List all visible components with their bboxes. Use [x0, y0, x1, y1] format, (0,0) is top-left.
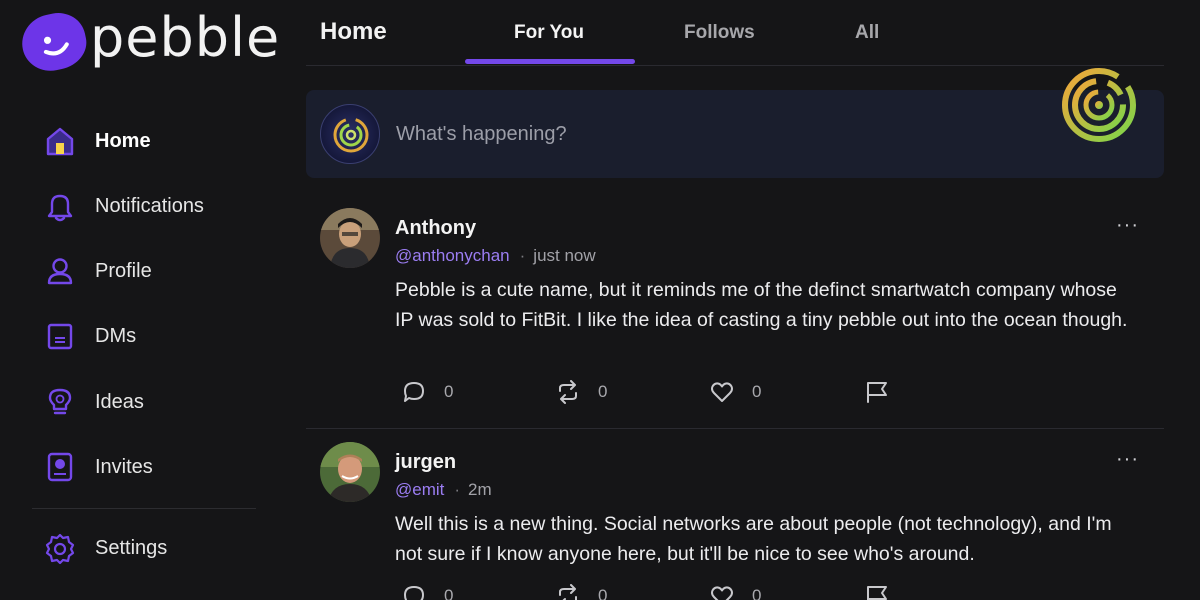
post-divider — [306, 428, 1164, 429]
post-body: Pebble is a cute name, but it reminds me… — [395, 279, 1128, 331]
like-count: 0 — [752, 586, 762, 600]
home-icon — [42, 123, 78, 159]
person-icon — [42, 253, 78, 289]
sidebar-item-ideas[interactable]: Ideas — [42, 382, 144, 422]
concentric-badge-logo — [1062, 68, 1136, 142]
avatar[interactable] — [320, 104, 380, 164]
page-title: Home — [320, 18, 387, 45]
sidebar-item-settings[interactable]: Settings — [42, 528, 167, 568]
like-button[interactable]: 0 — [710, 380, 761, 404]
reply-count: 0 — [444, 382, 454, 401]
top-tab-bar: Home For You Follows All — [306, 0, 1164, 66]
repost-button[interactable]: 0 — [556, 584, 607, 600]
like-button[interactable]: 0 — [710, 584, 761, 600]
sidebar-item-label: DMs — [95, 324, 137, 347]
sidebar: pebble Home Notifications Profile DMs Id… — [0, 0, 290, 600]
reply-button[interactable]: 0 — [402, 380, 453, 404]
sidebar-item-home[interactable]: Home — [42, 121, 151, 161]
tab-follows[interactable]: Follows — [684, 22, 755, 44]
sidebar-item-label: Home — [95, 129, 151, 152]
more-options-button[interactable]: ··· — [1116, 448, 1139, 471]
sidebar-item-notifications[interactable]: Notifications — [42, 186, 204, 226]
flag-icon — [867, 382, 887, 403]
heart-icon — [711, 382, 733, 402]
sidebar-item-invites[interactable]: Invites — [42, 447, 153, 487]
app-window: pebble Home Notifications Profile DMs Id… — [0, 0, 1200, 600]
post-author[interactable]: Anthony — [395, 217, 476, 240]
avatar[interactable] — [320, 208, 380, 268]
post-meta: @anthonychan · just now — [395, 246, 596, 266]
invite-icon — [42, 449, 78, 485]
sidebar-item-profile[interactable]: Profile — [42, 251, 152, 291]
sidebar-item-label: Notifications — [95, 194, 204, 217]
sidebar-divider — [32, 508, 256, 509]
sidebar-item-label: Settings — [95, 536, 168, 559]
sidebar-item-label: Ideas — [95, 390, 144, 413]
post-handle[interactable]: @anthonychan — [395, 246, 510, 265]
tab-all[interactable]: All — [855, 22, 879, 44]
post-author[interactable]: jurgen — [395, 451, 456, 474]
pebble-logo-text: pebble — [90, 6, 281, 69]
heart-icon — [711, 586, 733, 600]
post-timestamp: 2m — [468, 480, 492, 499]
reply-icon — [404, 382, 424, 402]
tab-for-you[interactable]: For You — [514, 22, 584, 44]
message-icon — [42, 318, 78, 354]
main-feed: Home For You Follows All What's happenin… — [306, 0, 1164, 600]
gear-icon — [42, 530, 78, 566]
meta-separator: · — [519, 246, 526, 265]
lightbulb-icon — [42, 384, 78, 420]
post-timestamp: just now — [533, 246, 596, 265]
sidebar-item-dms[interactable]: DMs — [42, 316, 136, 356]
bell-icon — [42, 188, 78, 224]
sidebar-item-label: Profile — [95, 259, 152, 282]
post-meta: @emit · 2m — [395, 480, 492, 500]
repost-icon — [559, 380, 577, 404]
post-composer[interactable] — [306, 90, 1164, 178]
flag-icon — [867, 586, 887, 600]
reply-icon — [404, 586, 424, 600]
pebble-logo-mark — [16, 7, 92, 77]
more-options-button[interactable]: ··· — [1116, 214, 1139, 237]
avatar[interactable] — [320, 442, 380, 502]
active-tab-indicator — [465, 59, 635, 64]
meta-separator: · — [454, 480, 461, 499]
like-count: 0 — [752, 382, 762, 401]
sidebar-item-label: Invites — [95, 455, 153, 478]
report-button[interactable] — [864, 584, 890, 600]
repost-icon — [559, 584, 577, 600]
reply-button[interactable]: 0 — [402, 584, 453, 600]
reply-count: 0 — [444, 586, 454, 600]
compose-input[interactable] — [396, 120, 1016, 148]
repost-count: 0 — [598, 586, 608, 600]
post-body: Well this is a new thing. Social network… — [395, 513, 1112, 565]
repost-count: 0 — [598, 382, 608, 401]
report-button[interactable] — [864, 380, 890, 404]
repost-button[interactable]: 0 — [556, 380, 607, 404]
pebble-logo[interactable]: pebble — [16, 6, 279, 86]
post-handle[interactable]: @emit — [395, 480, 444, 499]
